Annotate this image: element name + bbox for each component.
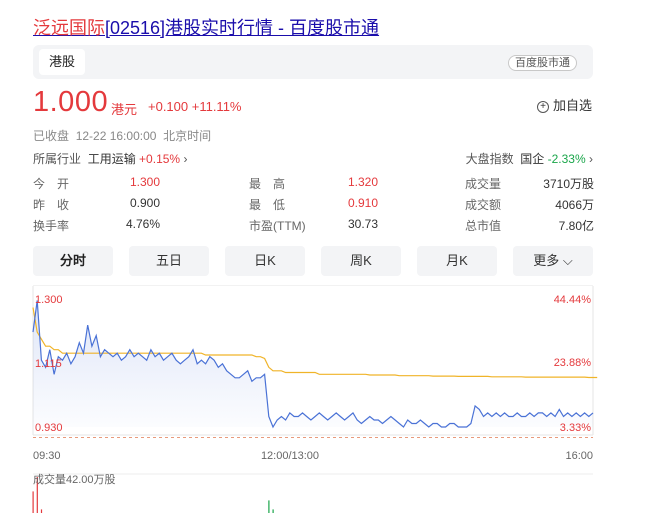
x-tick-open: 09:30 bbox=[33, 450, 61, 462]
turnover-value: 4.76% bbox=[125, 217, 160, 231]
volume-bar bbox=[40, 509, 43, 513]
open-label: 今 开 bbox=[33, 177, 70, 191]
add-watchlist-label: 加自选 bbox=[553, 98, 593, 113]
prev-close-value: 0.900 bbox=[129, 196, 160, 210]
market-cap-value: 7.80亿 bbox=[558, 219, 594, 233]
low-value: 0.910 bbox=[347, 196, 378, 210]
timezone-label: 北京时间 bbox=[163, 129, 212, 143]
industry-change: +0.15% bbox=[139, 152, 181, 166]
market-index-info[interactable]: 大盘指数 国企 -2.33% › bbox=[466, 150, 593, 167]
volume-total-label: 成交量42.00万股 bbox=[33, 474, 116, 486]
currency-label: 港元 bbox=[111, 102, 138, 117]
x-tick-midday: 12:00/13:00 bbox=[261, 450, 319, 462]
pe-label: 市盈(TTM) bbox=[249, 219, 306, 233]
industry-info[interactable]: 所属行业 工用运输 +0.15% › bbox=[33, 150, 187, 167]
period-selector: 分时 五日 日K 周K 月K 更多 ⌵ bbox=[33, 246, 593, 276]
page-title-link[interactable]: 泛远国际[02516]港股实时行情 - 百度股市通 bbox=[33, 14, 379, 40]
open-value: 1.300 bbox=[129, 175, 160, 189]
period-weekly-k-button[interactable]: 周K bbox=[321, 246, 401, 276]
high-label: 最 高 bbox=[249, 177, 286, 191]
market-status: 已收盘 12-22 16:00:00 北京时间 bbox=[33, 127, 211, 144]
quote-time: 12-22 16:00:00 bbox=[75, 129, 157, 143]
index-label: 大盘指数 bbox=[465, 152, 514, 166]
period-more-button[interactable]: 更多 ⌵ bbox=[513, 246, 593, 276]
title-rest: [02516]港股实时行情 - 百度股市通 bbox=[105, 18, 380, 38]
y-tick-left-mid: 1.115 bbox=[35, 358, 62, 370]
add-watchlist-button[interactable]: + 加自选 bbox=[537, 95, 592, 114]
price-change: +0.100 +11.11% bbox=[148, 99, 242, 114]
tab-hk-stocks[interactable]: 港股 bbox=[39, 49, 86, 75]
plus-circle-icon: + bbox=[537, 100, 549, 113]
y-tick-left-top: 1.300 bbox=[35, 294, 63, 306]
period-intraday-button[interactable]: 分时 bbox=[33, 246, 113, 276]
market-tabbar: 港股 百度股市通 bbox=[33, 45, 593, 79]
prev-close-label: 昨 收 bbox=[33, 198, 70, 212]
title-company: 泛远国际 bbox=[33, 18, 105, 38]
current-price: 1.000 bbox=[33, 86, 109, 118]
chevron-right-icon: › bbox=[183, 152, 188, 166]
turnover-label: 换手率 bbox=[33, 219, 70, 233]
market-cap-label: 总市值 bbox=[465, 219, 502, 233]
industry-label: 所属行业 bbox=[33, 152, 82, 166]
industry-name: 工用运输 bbox=[87, 152, 136, 166]
source-badge[interactable]: 百度股市通 bbox=[508, 55, 577, 71]
status-text: 已收盘 bbox=[33, 129, 70, 143]
low-label: 最 低 bbox=[249, 198, 286, 212]
more-label: 更多 bbox=[533, 253, 560, 268]
volume-bar bbox=[272, 509, 274, 513]
period-daily-k-button[interactable]: 日K bbox=[225, 246, 305, 276]
volume-label: 成交量 bbox=[465, 177, 502, 191]
volume-bar bbox=[32, 491, 34, 513]
chevron-right-icon: › bbox=[589, 152, 593, 166]
period-monthly-k-button[interactable]: 月K bbox=[417, 246, 497, 276]
amount-value: 4066万 bbox=[555, 198, 594, 212]
y-tick-right-top: 44.44% bbox=[554, 294, 592, 306]
chevron-down-icon: ⌵ bbox=[559, 253, 573, 268]
volume-bar bbox=[268, 500, 270, 513]
index-name: 国企 bbox=[520, 152, 545, 166]
high-value: 1.320 bbox=[347, 175, 378, 189]
pe-value: 30.73 bbox=[347, 217, 378, 231]
price-area bbox=[33, 300, 593, 427]
volume-value: 3710万股 bbox=[543, 177, 594, 191]
period-5day-button[interactable]: 五日 bbox=[129, 246, 209, 276]
y-tick-left-bottom: 0.930 bbox=[35, 422, 63, 434]
y-tick-right-bottom: 3.33% bbox=[560, 422, 591, 434]
y-tick-right-mid: 23.88% bbox=[554, 357, 592, 369]
amount-label: 成交额 bbox=[465, 198, 502, 212]
x-tick-close: 16:00 bbox=[565, 450, 593, 462]
index-change: -2.33% bbox=[547, 152, 586, 166]
